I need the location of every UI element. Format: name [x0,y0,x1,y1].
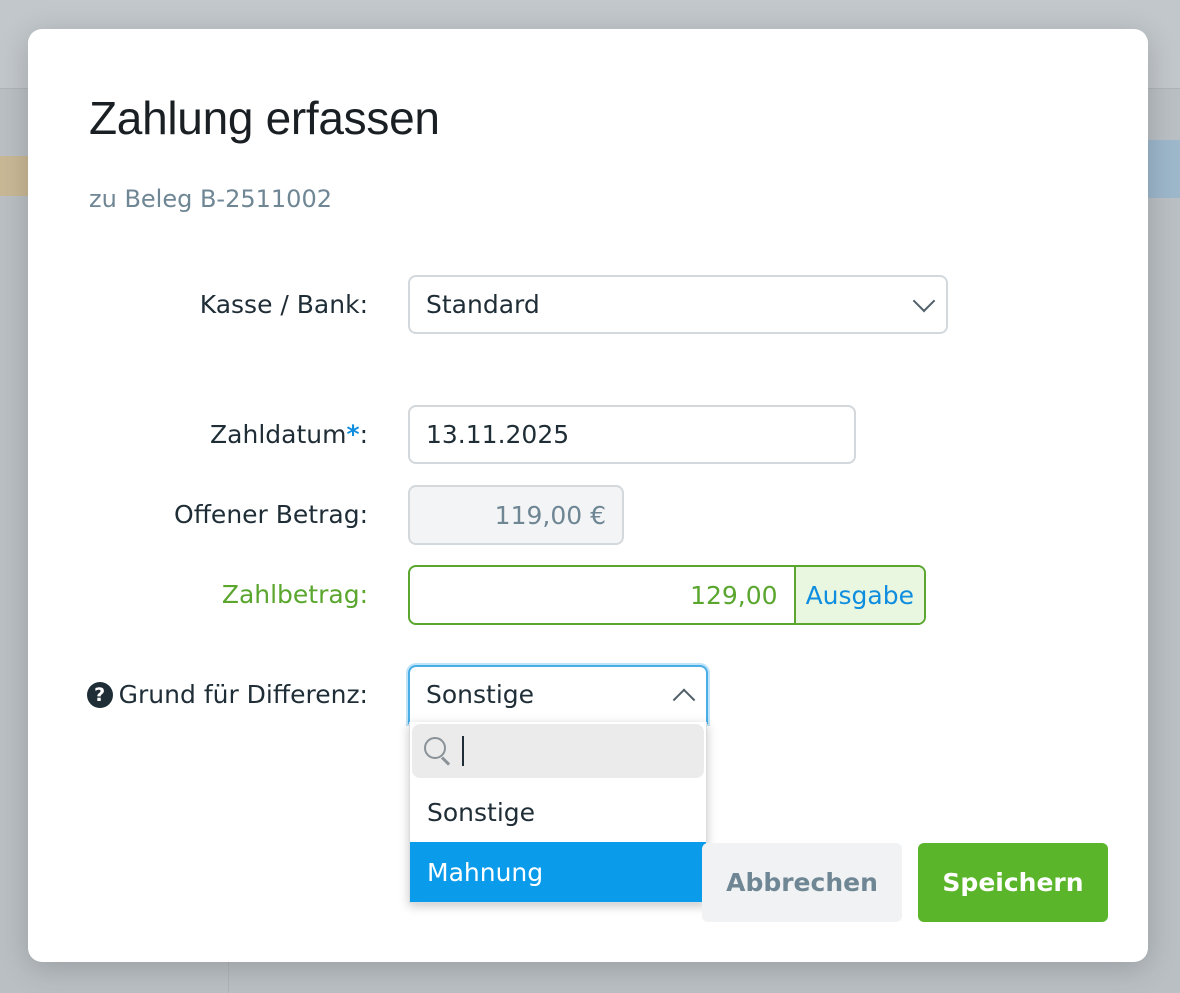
dropdown-option-mahnung[interactable]: Mahnung [410,842,706,902]
payment-amount-input[interactable]: 129,00 Ausgabe [408,565,926,625]
text-caret [462,736,464,766]
open-amount-field: 119,00 € [408,485,624,545]
payment-type-toggle[interactable]: Ausgabe [793,567,924,623]
payment-dialog: Zahlung erfassen zu Beleg B-2511002 Kass… [28,29,1148,962]
payment-amount-label: Zahlbetrag: [221,580,368,609]
difference-reason-value: Sonstige [426,680,535,709]
payment-amount-value: 129,00 [690,580,778,610]
required-marker: * [346,420,360,449]
save-button[interactable]: Speichern [918,843,1108,922]
account-select-value: Standard [426,290,540,319]
account-label: Kasse / Bank: [199,290,368,319]
difference-reason-label: ? Grund für Differenz: [86,680,368,709]
dialog-title: Zahlung erfassen [89,92,440,144]
payment-date-label: Zahldatum*: [210,420,368,449]
dialog-subtitle: zu Beleg B-2511002 [89,185,332,213]
chevron-up-icon [672,687,696,711]
difference-reason-label-text: Grund für Differenz: [118,680,368,709]
account-select[interactable]: Standard [408,275,948,334]
payment-date-input[interactable]: 13.11.2025 [408,405,856,464]
payment-date-label-text: Zahldatum [210,420,347,449]
difference-reason-dropdown: Sonstige Mahnung [409,722,707,903]
dropdown-search-input[interactable] [412,724,704,778]
difference-reason-select[interactable]: Sonstige [408,665,708,724]
chevron-down-icon [912,289,936,312]
open-amount-value: 119,00 € [494,500,606,530]
cancel-button[interactable]: Abbrechen [702,843,902,922]
help-icon[interactable]: ? [86,682,113,708]
search-icon [422,735,454,767]
payment-date-value: 13.11.2025 [426,420,570,449]
dropdown-option-sonstige[interactable]: Sonstige [410,782,706,842]
payment-date-label-suffix: : [359,420,368,449]
open-amount-label: Offener Betrag: [174,500,368,529]
